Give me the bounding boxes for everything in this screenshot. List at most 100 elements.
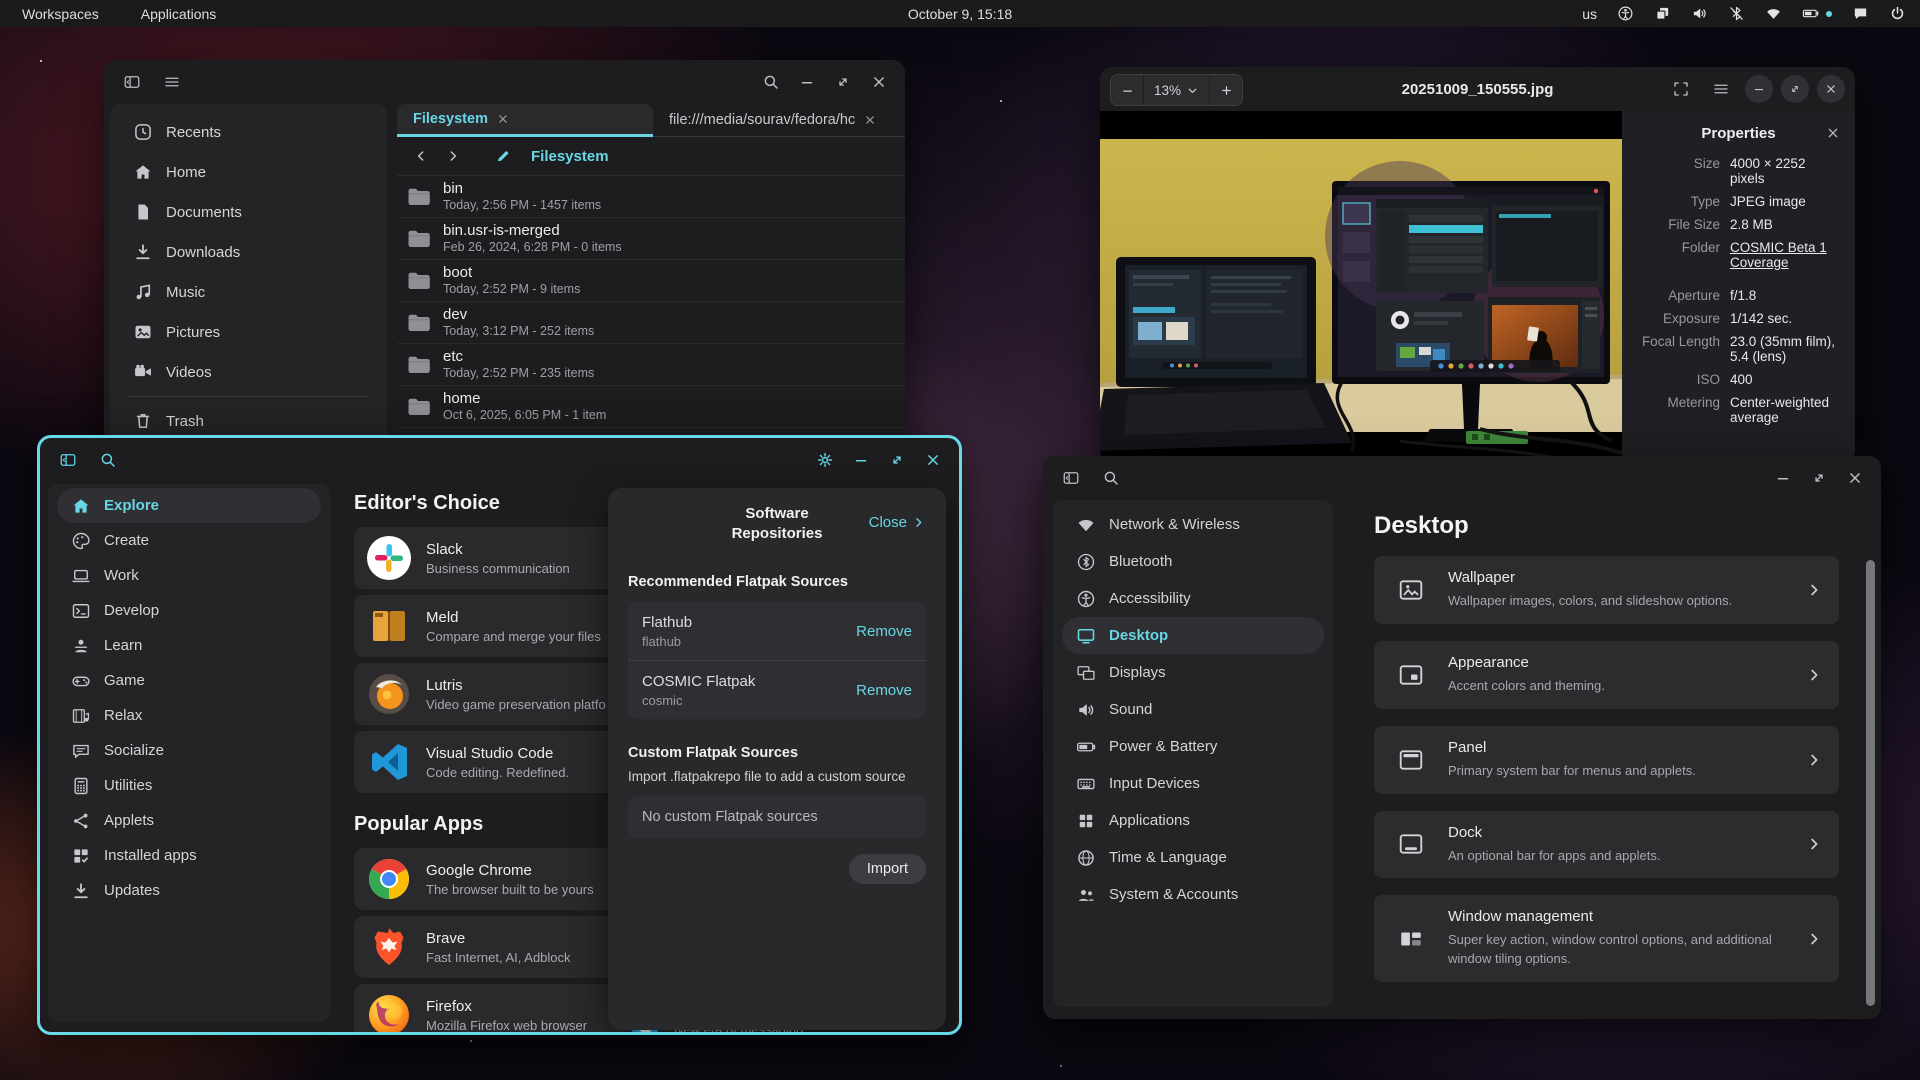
- search-button[interactable]: [92, 444, 124, 476]
- settings-row-appearance[interactable]: Appearance Accent colors and theming.: [1374, 641, 1839, 709]
- settings-row-window-management[interactable]: Window management Super key action, wind…: [1374, 895, 1839, 982]
- forward-button[interactable]: [439, 142, 467, 170]
- accessibility-icon[interactable]: [1617, 5, 1634, 22]
- zoom-out-button[interactable]: [1111, 75, 1143, 105]
- store-item-game[interactable]: Game: [57, 663, 321, 698]
- close-button[interactable]: [1839, 462, 1871, 494]
- menu-button[interactable]: [1705, 73, 1737, 105]
- maximize-button[interactable]: [1781, 75, 1809, 103]
- close-button[interactable]: [863, 66, 895, 98]
- dialog-close-button[interactable]: Close: [869, 514, 926, 531]
- notifications-icon[interactable]: [1852, 5, 1869, 22]
- store-item-create[interactable]: Create: [57, 523, 321, 558]
- remove-link[interactable]: Remove: [856, 623, 912, 640]
- minimize-button[interactable]: [845, 444, 877, 476]
- edit-path-button[interactable]: [489, 142, 517, 170]
- file-row[interactable]: binToday, 2:56 PM - 1457 items: [397, 176, 905, 218]
- maximize-button[interactable]: [881, 444, 913, 476]
- sidebar-toggle-button[interactable]: [116, 66, 148, 98]
- tab-filesystem[interactable]: Filesystem: [397, 104, 653, 137]
- battery-applet[interactable]: [1802, 5, 1832, 22]
- file-row[interactable]: etcToday, 2:52 PM - 235 items: [397, 344, 905, 386]
- file-row[interactable]: bin.usr-is-mergedFeb 26, 2024, 6:28 PM -…: [397, 218, 905, 260]
- search-button[interactable]: [755, 66, 787, 98]
- minimize-button[interactable]: [791, 66, 823, 98]
- store-item-relax[interactable]: Relax: [57, 698, 321, 733]
- minimize-button[interactable]: [1767, 462, 1799, 494]
- store-item-develop[interactable]: Develop: [57, 593, 321, 628]
- store-item-learn[interactable]: Learn: [57, 628, 321, 663]
- sidebar-item-recents[interactable]: Recents: [119, 112, 378, 152]
- store-item-explore[interactable]: Explore: [57, 488, 321, 523]
- store-item-applets[interactable]: Applets: [57, 803, 321, 838]
- tab-close-icon[interactable]: [863, 113, 877, 127]
- maximize-button[interactable]: [1803, 462, 1835, 494]
- file-row[interactable]: homeOct 6, 2025, 6:05 PM - 1 item: [397, 386, 905, 428]
- volume-icon[interactable]: [1691, 5, 1708, 22]
- applications-button[interactable]: Applications: [141, 6, 217, 22]
- maximize-button[interactable]: [827, 66, 859, 98]
- clock-applet[interactable]: October 9, 15:18: [908, 6, 1012, 22]
- sidebar-item-pictures[interactable]: Pictures: [119, 312, 378, 352]
- search-button[interactable]: [1095, 462, 1127, 494]
- settings-item-power[interactable]: Power & Battery: [1062, 728, 1324, 765]
- sidebar-toggle-button[interactable]: [52, 444, 84, 476]
- settings-item-network[interactable]: Network & Wireless: [1062, 506, 1324, 543]
- fullscreen-button[interactable]: [1665, 73, 1697, 105]
- settings-titlebar: [1043, 456, 1881, 500]
- app-desc: The browser built to be yours: [426, 882, 594, 897]
- settings-item-time-language[interactable]: Time & Language: [1062, 839, 1324, 876]
- settings-item-applications[interactable]: Applications: [1062, 802, 1324, 839]
- menu-button[interactable]: [156, 66, 188, 98]
- settings-row-wallpaper[interactable]: Wallpaper Wallpaper images, colors, and …: [1374, 556, 1839, 624]
- settings-item-bluetooth[interactable]: Bluetooth: [1062, 543, 1324, 580]
- breadcrumb[interactable]: Filesystem: [531, 148, 609, 165]
- store-item-updates[interactable]: Updates: [57, 873, 321, 908]
- settings-gear-button[interactable]: [809, 444, 841, 476]
- sidebar-item-videos[interactable]: Videos: [119, 352, 378, 392]
- file-row[interactable]: bootToday, 2:52 PM - 9 items: [397, 260, 905, 302]
- remove-link[interactable]: Remove: [856, 682, 912, 699]
- scrollbar[interactable]: [1866, 560, 1875, 1006]
- keyboard-layout-applet[interactable]: us: [1582, 6, 1597, 22]
- store-item-work[interactable]: Work: [57, 558, 321, 593]
- prop-label: Type: [1636, 194, 1720, 209]
- settings-item-desktop[interactable]: Desktop: [1062, 617, 1324, 654]
- workspaces-overview-icon[interactable]: [1654, 5, 1671, 22]
- power-icon[interactable]: [1889, 5, 1906, 22]
- back-button[interactable]: [407, 142, 435, 170]
- settings-item-displays[interactable]: Displays: [1062, 654, 1324, 691]
- sidebar-item-downloads[interactable]: Downloads: [119, 232, 378, 272]
- zoom-in-button[interactable]: [1209, 75, 1242, 105]
- settings-item-system-accounts[interactable]: System & Accounts: [1062, 876, 1324, 913]
- sidebar-item-home[interactable]: Home: [119, 152, 378, 192]
- store-item-installed[interactable]: Installed apps: [57, 838, 321, 873]
- close-button[interactable]: [917, 444, 949, 476]
- settings-row-dock[interactable]: Dock An optional bar for apps and applet…: [1374, 811, 1839, 879]
- minimize-button[interactable]: [1745, 75, 1773, 103]
- wifi-icon[interactable]: [1765, 5, 1782, 22]
- zoom-level-dropdown[interactable]: 13%: [1143, 75, 1209, 105]
- store-item-socialize[interactable]: Socialize: [57, 733, 321, 768]
- tab-media-sourav[interactable]: file:///media/sourav/fedora/hc: [653, 104, 905, 137]
- close-button[interactable]: [1817, 75, 1845, 103]
- sidebar-item-documents[interactable]: Documents: [119, 192, 378, 232]
- file-row[interactable]: devToday, 3:12 PM - 252 items: [397, 302, 905, 344]
- app-desc: Video game preservation platfo: [426, 697, 606, 712]
- settings-item-sound[interactable]: Sound: [1062, 691, 1324, 728]
- settings-item-accessibility[interactable]: Accessibility: [1062, 580, 1324, 617]
- import-button[interactable]: Import: [849, 854, 926, 884]
- store-item-utilities[interactable]: Utilities: [57, 768, 321, 803]
- tab-close-icon[interactable]: [496, 112, 510, 126]
- sidebar-item-music[interactable]: Music: [119, 272, 378, 312]
- app-desc: Code editing. Redefined.: [426, 765, 569, 780]
- properties-close-icon[interactable]: [1825, 125, 1841, 141]
- bluetooth-off-icon[interactable]: [1728, 5, 1745, 22]
- settings-row-panel[interactable]: Panel Primary system bar for menus and a…: [1374, 726, 1839, 794]
- prop-value: JPEG image: [1730, 194, 1841, 209]
- settings-item-input[interactable]: Input Devices: [1062, 765, 1324, 802]
- prop-label: Aperture: [1636, 288, 1720, 303]
- sidebar-toggle-button[interactable]: [1055, 462, 1087, 494]
- workspaces-button[interactable]: Workspaces: [22, 6, 99, 22]
- folder-link[interactable]: COSMIC Beta 1 Coverage: [1730, 240, 1841, 270]
